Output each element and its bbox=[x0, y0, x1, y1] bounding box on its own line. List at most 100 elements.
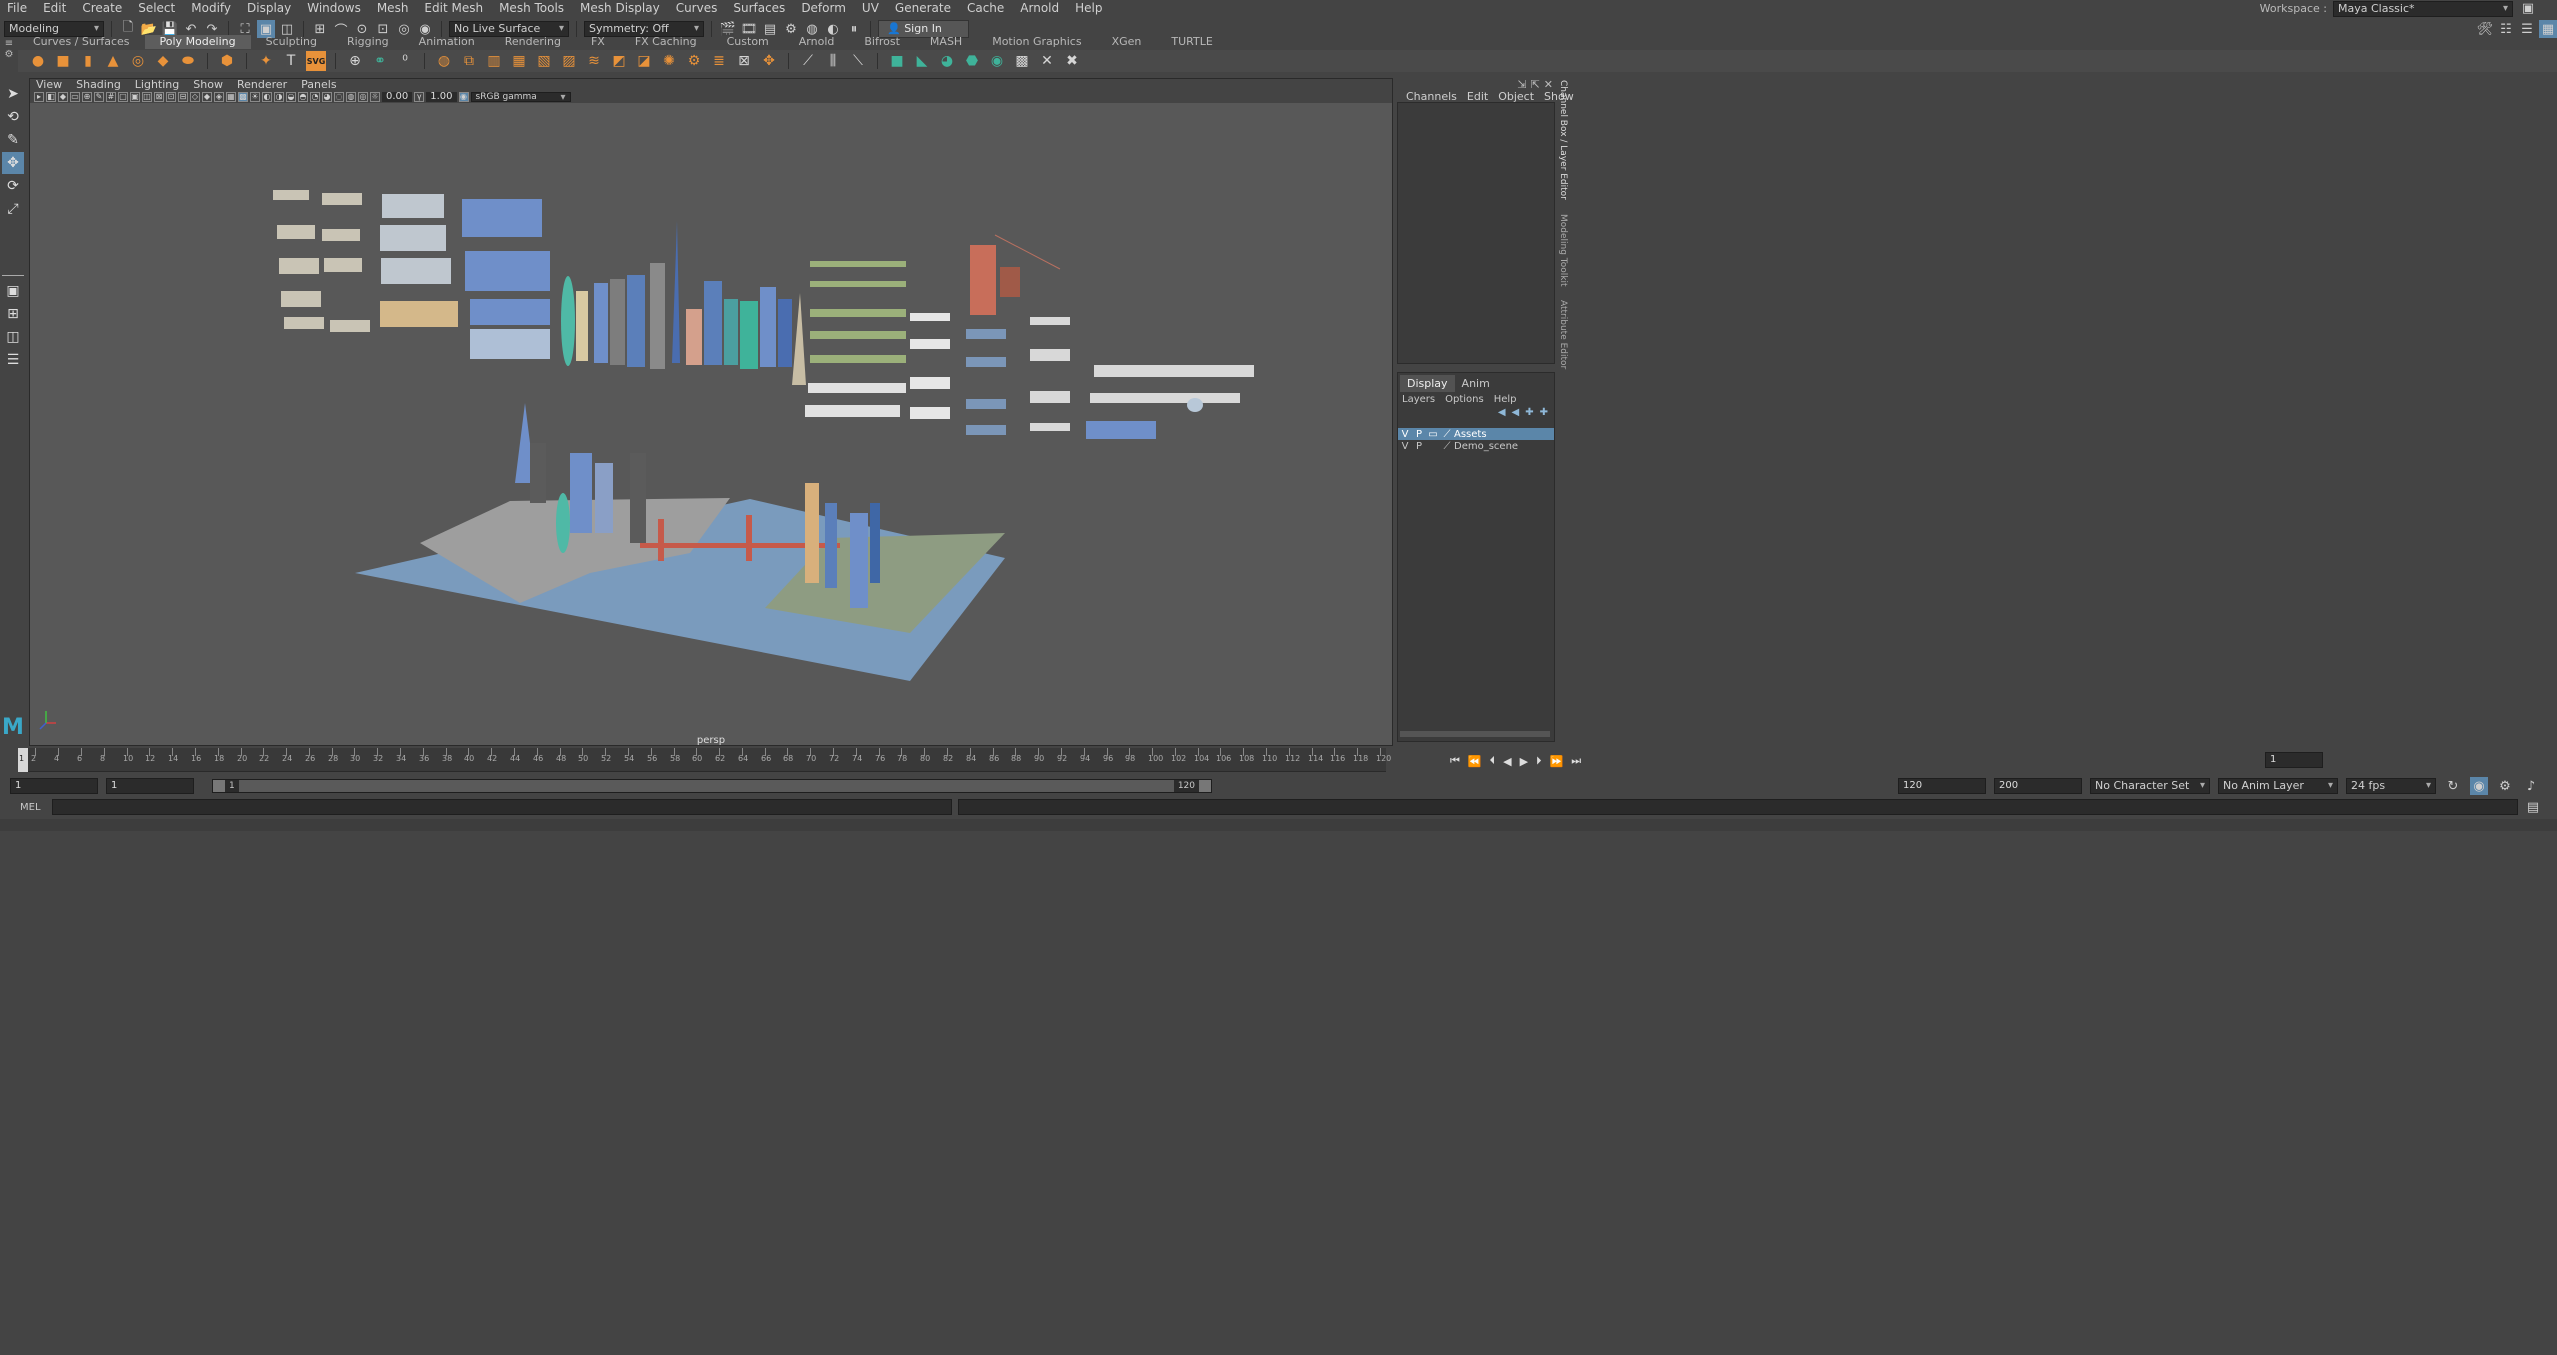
poly-torus-icon[interactable]: ◎ bbox=[128, 51, 148, 71]
viewport-menu-renderer[interactable]: Renderer bbox=[231, 79, 293, 91]
menu-cache[interactable]: Cache bbox=[960, 0, 1013, 17]
shelf-options-icon[interactable]: ⚙ bbox=[2, 49, 16, 60]
layer-color-swatch[interactable]: ▭ bbox=[1426, 429, 1440, 440]
safe-action-icon[interactable]: ⊡ bbox=[166, 92, 176, 102]
gate-mask-icon[interactable]: ◫ bbox=[142, 92, 152, 102]
end-time-field[interactable]: 200 bbox=[1994, 778, 2082, 794]
loop-icon[interactable]: ↻ bbox=[2444, 777, 2462, 795]
layer-menu-help[interactable]: Help bbox=[1494, 394, 1517, 405]
animation-prefs-icon[interactable]: ⚙ bbox=[2496, 777, 2514, 795]
rotate-tool-icon[interactable]: ⟳ bbox=[2, 175, 24, 197]
append-polygon-icon[interactable]: ✥ bbox=[759, 51, 779, 71]
menu-create[interactable]: Create bbox=[75, 0, 131, 17]
xray-joints-icon[interactable]: ◍ bbox=[346, 92, 356, 102]
gamma-field[interactable]: 1.00 bbox=[426, 92, 457, 102]
range-end-handle[interactable] bbox=[1199, 780, 1211, 792]
depth-of-field-icon[interactable]: ◔ bbox=[310, 92, 320, 102]
shelf-tab-rigging[interactable]: Rigging bbox=[332, 35, 404, 49]
use-all-lights-icon[interactable]: ☀ bbox=[250, 92, 260, 102]
step-forward-frame-icon[interactable]: ⏵ bbox=[1536, 754, 1542, 768]
viewport-panel[interactable]: View Shading Lighting Show Renderer Pane… bbox=[29, 78, 1393, 746]
target-weld-icon[interactable]: ⊕ bbox=[345, 51, 365, 71]
step-back-frame-icon[interactable]: ⏴ bbox=[1490, 754, 1496, 768]
resolution-gate-icon[interactable]: ▣ bbox=[130, 92, 140, 102]
quadrangulate-icon[interactable]: ◪ bbox=[634, 51, 654, 71]
exposure-icon[interactable]: ☼ bbox=[370, 92, 380, 102]
shelf-tab-rendering[interactable]: Rendering bbox=[490, 35, 576, 49]
mirror-icon[interactable]: ▧ bbox=[534, 51, 554, 71]
super-shape-icon[interactable]: ⬢ bbox=[217, 51, 237, 71]
step-back-key-icon[interactable]: ⏪ bbox=[1468, 755, 1482, 768]
boolean-union-icon[interactable]: ◍ bbox=[434, 51, 454, 71]
script-type-label[interactable]: MEL bbox=[20, 802, 46, 813]
menu-modify[interactable]: Modify bbox=[184, 0, 240, 17]
character-set-dropdown[interactable]: No Character Set bbox=[2090, 778, 2210, 794]
layer-tab-anim[interactable]: Anim bbox=[1455, 375, 1497, 392]
bookmark-icon[interactable]: ◆ bbox=[58, 92, 68, 102]
move-layer-down-icon[interactable]: ◀ bbox=[1512, 407, 1520, 418]
channel-box-area[interactable] bbox=[1397, 102, 1555, 364]
layer-edit-icon[interactable]: ⟋ bbox=[1440, 429, 1454, 440]
new-layer-icon[interactable]: ✚ bbox=[1525, 407, 1533, 418]
viewport-menu-show[interactable]: Show bbox=[187, 79, 229, 91]
viewport-menu-panels[interactable]: Panels bbox=[295, 79, 342, 91]
smooth-icon[interactable]: ▦ bbox=[509, 51, 529, 71]
motion-blur-icon[interactable]: ◒ bbox=[286, 92, 296, 102]
film-gate-icon[interactable]: ▢ bbox=[118, 92, 128, 102]
range-slider[interactable]: 1 120 bbox=[212, 779, 1212, 793]
uv-layout-icon[interactable]: ✖ bbox=[1062, 51, 1082, 71]
single-pane-layout-icon[interactable]: ▣ bbox=[2, 280, 24, 302]
select-camera-icon[interactable]: ▸ bbox=[34, 92, 44, 102]
shelf-tab-curves-surfaces[interactable]: Curves / Surfaces bbox=[18, 35, 145, 49]
menu-mesh[interactable]: Mesh bbox=[370, 0, 418, 17]
camera-attributes-icon[interactable]: ◧ bbox=[46, 92, 56, 102]
modeling-toolkit-icon[interactable]: 🛠 bbox=[2476, 20, 2494, 38]
go-to-end-icon[interactable]: ⏭ bbox=[1571, 754, 1581, 768]
default-material-icon[interactable]: ◈ bbox=[214, 92, 224, 102]
lasso-tool-icon[interactable]: ⟲ bbox=[2, 106, 24, 128]
cleanup-icon[interactable]: ≋ bbox=[584, 51, 604, 71]
menu-file[interactable]: File bbox=[0, 0, 36, 17]
layer-visibility-toggle[interactable]: V bbox=[1398, 429, 1412, 440]
layer-row[interactable]: V P ⟋ Demo_scene bbox=[1398, 440, 1554, 452]
poly-sphere-icon[interactable]: ● bbox=[28, 51, 48, 71]
field-chart-icon[interactable]: ⊠ bbox=[154, 92, 164, 102]
sweep-mesh-icon[interactable]: ✦ bbox=[256, 51, 276, 71]
cylindrical-uv-icon[interactable]: ◣ bbox=[912, 51, 932, 71]
workspace-toggle-icon[interactable]: ▣ bbox=[2519, 0, 2537, 18]
menu-select[interactable]: Select bbox=[131, 0, 184, 17]
menu-curves[interactable]: Curves bbox=[669, 0, 727, 17]
camera-based-uv-icon[interactable]: ◉ bbox=[987, 51, 1007, 71]
extrude-icon[interactable]: ⚙ bbox=[684, 51, 704, 71]
side-tab-modeling-toolkit[interactable]: Modeling Toolkit bbox=[1558, 214, 1568, 287]
layer-edit-icon[interactable]: ⟋ bbox=[1440, 441, 1454, 452]
poly-cylinder-icon[interactable]: ▮ bbox=[78, 51, 98, 71]
automatic-uv-icon[interactable]: ⬣ bbox=[962, 51, 982, 71]
shelf-tab-fx-caching[interactable]: FX Caching bbox=[620, 35, 712, 49]
shelf-tab-bifrost[interactable]: Bifrost bbox=[849, 35, 915, 49]
safe-title-icon[interactable]: ⊟ bbox=[178, 92, 188, 102]
wireframe-icon[interactable]: ◇ bbox=[190, 92, 200, 102]
planar-uv-icon[interactable]: ■ bbox=[887, 51, 907, 71]
select-tool-icon[interactable]: ➤ bbox=[2, 83, 24, 105]
play-backwards-icon[interactable]: ◀ bbox=[1503, 755, 1511, 768]
exposure-field[interactable]: 0.00 bbox=[382, 92, 413, 102]
shelf-tab-fx[interactable]: FX bbox=[576, 35, 620, 49]
menu-edit[interactable]: Edit bbox=[36, 0, 75, 17]
shelf-tab-arnold[interactable]: Arnold bbox=[784, 35, 850, 49]
gamma-icon[interactable]: γ bbox=[414, 92, 425, 102]
layer-playback-toggle[interactable]: P bbox=[1412, 429, 1426, 440]
menu-windows[interactable]: Windows bbox=[300, 0, 370, 17]
channel-box-icon[interactable]: ▦ bbox=[2539, 20, 2557, 38]
side-by-side-layout-icon[interactable]: ◫ bbox=[2, 326, 24, 348]
side-tab-channel-box[interactable]: Channel Box / Layer Editor bbox=[1558, 80, 1568, 200]
multi-cut-icon[interactable]: ⟋ bbox=[798, 51, 818, 71]
shelf-tab-custom[interactable]: Custom bbox=[712, 35, 784, 49]
menu-deform[interactable]: Deform bbox=[794, 0, 855, 17]
insert-edge-loop-icon[interactable]: ⫼ bbox=[823, 51, 843, 71]
outliner-layout-icon[interactable]: ☰ bbox=[2, 349, 24, 371]
menu-generate[interactable]: Generate bbox=[888, 0, 960, 17]
time-ruler[interactable]: 1 2 4 6 8 10 12 14 16 18 20 22 24 26 28 30 32 34 36 38 40 42 4… bbox=[18, 748, 1391, 772]
step-forward-key-icon[interactable]: ⏩ bbox=[1550, 755, 1564, 768]
auto-key-icon[interactable]: ◉ bbox=[2470, 777, 2488, 795]
